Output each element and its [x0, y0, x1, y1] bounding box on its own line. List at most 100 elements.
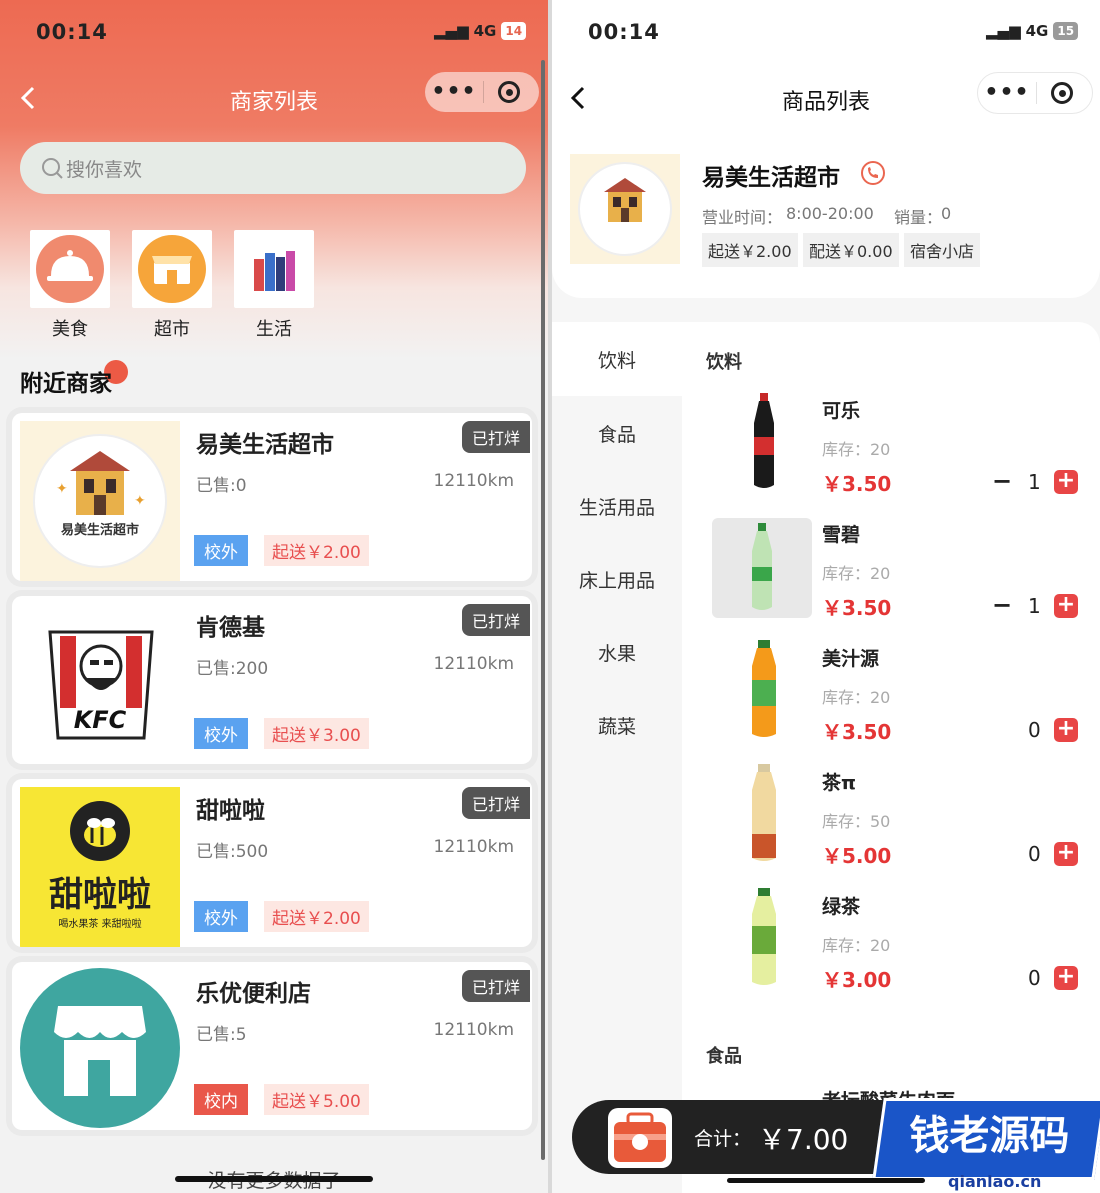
status-badge: 已打烊: [461, 604, 530, 636]
store-logo: [570, 154, 680, 264]
supermarket-category-image: [132, 230, 212, 308]
juice-bottle-icon: [752, 640, 776, 737]
merchant-list-screen: 00:14 ▂▄▆ 4G 14 商家列表 ••• 搜你喜欢 美食 超市 生活 附…: [0, 0, 548, 1193]
logo-text: 甜啦啦: [49, 875, 151, 915]
product-item: 可乐 库存：20 ￥3.50 − 1 +: [712, 392, 1100, 502]
cart-button[interactable]: [608, 1108, 672, 1168]
min-order-pill: 起送￥2.00: [702, 233, 798, 267]
area-tag: 校内: [194, 1084, 248, 1115]
product-stock: 库存：50: [822, 812, 891, 831]
increase-quantity-button[interactable]: +: [1054, 966, 1078, 990]
status-time: 00:14: [36, 20, 108, 44]
status-badge: 已打烊: [461, 787, 530, 819]
shop-name: 易美生活超市: [196, 432, 334, 458]
increase-quantity-button[interactable]: +: [1054, 594, 1078, 618]
sidebar-item-daily-goods[interactable]: 生活用品: [552, 469, 682, 543]
min-order-tag: 起送￥2.00: [264, 535, 369, 566]
shop-sold: 已售:5: [196, 1025, 247, 1045]
category-label: 生活: [256, 319, 292, 340]
shop-awning-icon: [20, 968, 180, 1128]
shop-sold: 已售:0: [196, 476, 247, 496]
status-badge: 已打烊: [461, 421, 530, 453]
more-menu-button[interactable]: •••: [978, 82, 1036, 104]
close-miniprogram-button[interactable]: [1037, 82, 1087, 104]
product-image: [714, 888, 814, 988]
sidebar-item-fruit[interactable]: 水果: [552, 615, 682, 689]
sidebar-item-food[interactable]: 食品: [552, 396, 682, 470]
shop-name: 甜啦啦: [196, 798, 265, 824]
area-tag: 校外: [194, 901, 248, 932]
phone-icon[interactable]: [860, 160, 886, 186]
product-price: ￥3.50: [822, 720, 892, 744]
sidebar-item-drinks[interactable]: 饮料: [552, 322, 682, 396]
search-icon: [42, 158, 63, 179]
signal-icon: ▂▄▆: [986, 22, 1021, 40]
category-food[interactable]: 美食: [30, 230, 110, 340]
delivery-fee-pill: 配送￥0.00: [803, 233, 899, 267]
shop-card[interactable]: KFC 肯德基 已售:200 12110km 已打烊 校外 起送￥3.00: [12, 596, 532, 764]
area-tag: 校外: [194, 718, 248, 749]
battery-icon: 15: [1053, 22, 1079, 40]
product-item: 雪碧 库存：20 ￥3.50 − 1 +: [712, 516, 1100, 626]
product-price: ￥3.50: [822, 472, 892, 496]
shop-distance: 12110km: [433, 837, 514, 857]
sidebar-item-vegetables[interactable]: 蔬菜: [552, 688, 682, 762]
shop-distance: 12110km: [433, 1020, 514, 1040]
product-panel: 饮料 食品 生活用品 床上用品 水果 蔬菜 饮料 可乐 库存：20 ￥3.50 …: [552, 322, 1100, 1193]
battery-icon: 14: [501, 22, 527, 40]
quantity-value: 0: [1028, 718, 1041, 742]
status-indicators: ▂▄▆ 4G 14: [434, 22, 527, 40]
shop-distance: 12110km: [433, 471, 514, 491]
home-indicator: [727, 1178, 925, 1183]
store-building-icon: [578, 162, 672, 256]
next-section-title: 食品: [706, 1046, 742, 1067]
logo-text: KFC: [73, 706, 127, 734]
shop-sold: 已售:500: [196, 842, 269, 862]
shop-card[interactable]: ✦ ✦ 易美生活超市 易美生活超市 已售:0 12110km 已打烊 校外 起送…: [12, 413, 532, 581]
shop-card[interactable]: 乐优便利店 已售:5 12110km 已打烊 校内 起送￥5.00: [12, 962, 532, 1130]
miniprogram-capsule: •••: [977, 72, 1093, 114]
shop-logo: ✦ ✦ 易美生活超市: [20, 421, 180, 581]
target-icon: [498, 81, 520, 103]
network-label: 4G: [473, 22, 497, 40]
sprite-bottle-icon: [752, 523, 772, 610]
product-price: ￥3.50: [822, 596, 892, 620]
miniprogram-capsule: •••: [425, 72, 539, 112]
min-order-tag: 起送￥2.00: [264, 901, 369, 932]
decrease-quantity-button[interactable]: −: [990, 593, 1014, 618]
quantity-value: 0: [1028, 842, 1041, 866]
product-image: [714, 392, 814, 492]
scrollbar[interactable]: [541, 60, 545, 1160]
increase-quantity-button[interactable]: +: [1054, 718, 1078, 742]
decrease-quantity-button[interactable]: −: [990, 469, 1014, 494]
search-input[interactable]: 搜你喜欢: [20, 142, 526, 194]
more-menu-button[interactable]: •••: [425, 81, 483, 103]
category-label: 美食: [52, 319, 88, 340]
area-tag: 校外: [194, 535, 248, 566]
watermark-url: qianlao.cn: [948, 1172, 1042, 1191]
increase-quantity-button[interactable]: +: [1054, 470, 1078, 494]
close-miniprogram-button[interactable]: [484, 81, 534, 103]
shop-logo: KFC: [20, 604, 180, 764]
min-order-tag: 起送￥3.00: [264, 718, 369, 749]
shop-name: 乐优便利店: [196, 981, 311, 1007]
status-badge: 已打烊: [461, 970, 530, 1002]
category-supermarket[interactable]: 超市: [132, 230, 212, 340]
category-life[interactable]: 生活: [234, 230, 314, 340]
quantity-value: 1: [1028, 470, 1041, 494]
store-name: 易美生活超市: [702, 165, 840, 191]
logo-subtext: 喝水果茶 来甜啦啦: [58, 919, 142, 930]
food-category-image: [30, 230, 110, 308]
sidebar-item-bedding[interactable]: 床上用品: [552, 542, 682, 616]
shop-card[interactable]: 甜啦啦 喝水果茶 来甜啦啦 甜啦啦 已售:500 12110km 已打烊 校外 …: [12, 779, 532, 947]
shop-logo: 甜啦啦 喝水果茶 来甜啦啦: [20, 787, 180, 947]
product-price: ￥5.00: [822, 844, 892, 868]
category-label: 超市: [154, 319, 190, 340]
increase-quantity-button[interactable]: +: [1054, 842, 1078, 866]
hours-label: 营业时间：: [702, 208, 783, 227]
shopping-bag-icon: [614, 1112, 666, 1162]
min-order-tag: 起送￥5.00: [264, 1084, 369, 1115]
shop-logo: [18, 966, 180, 1128]
target-icon: [1051, 82, 1073, 104]
product-name: 可乐: [822, 400, 861, 422]
